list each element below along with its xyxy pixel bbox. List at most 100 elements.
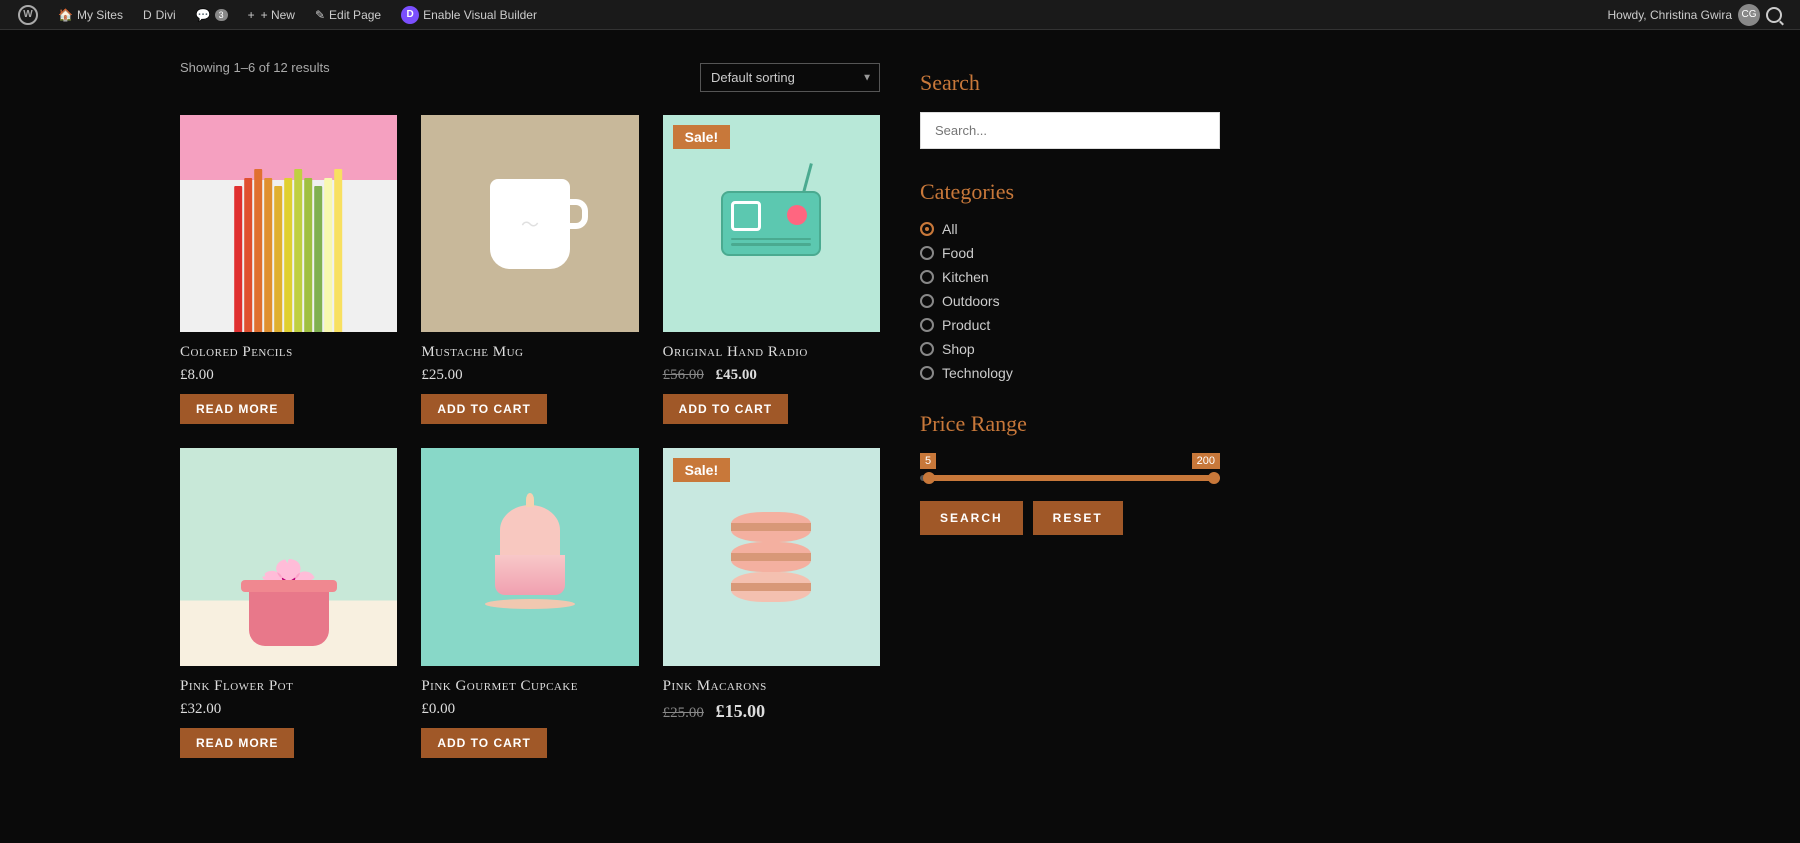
- search-icon[interactable]: [1766, 7, 1782, 23]
- admin-bar-right: Howdy, Christina Gwira CG: [1608, 4, 1792, 26]
- category-radio-all[interactable]: [920, 222, 934, 236]
- product-card-flower-pot[interactable]: 🌸 Pink Flower Pot £32.00 READ MORE: [180, 448, 397, 757]
- avatar: CG: [1738, 4, 1760, 26]
- new-menu[interactable]: + + New: [238, 0, 305, 30]
- admin-bar: W 🏠 My Sites D Divi 💬 3 + + New ✎ Edit P…: [0, 0, 1800, 30]
- divi-menu[interactable]: D Divi: [133, 0, 186, 30]
- edit-page-menu[interactable]: ✎ Edit Page: [305, 0, 391, 30]
- divi-icon-text: D: [143, 8, 152, 22]
- category-radio-product[interactable]: [920, 318, 934, 332]
- radio-body: [721, 191, 821, 256]
- price-slider-fill: [926, 475, 1220, 481]
- product-price: £25.00: [421, 367, 638, 384]
- product-image-mustache-mug: 〜: [421, 115, 638, 332]
- sidebar: Search Categories All Food Kitchen Outdo…: [920, 60, 1220, 758]
- main-container: Showing 1–6 of 12 results Default sortin…: [0, 30, 1800, 788]
- divi-visual-icon: D: [401, 6, 419, 24]
- category-radio-food[interactable]: [920, 246, 934, 260]
- price-search-button[interactable]: Search: [920, 501, 1023, 535]
- product-title: Pink Gourmet Cupcake: [421, 678, 638, 695]
- category-shop[interactable]: Shop: [920, 341, 1220, 357]
- category-technology[interactable]: Technology: [920, 365, 1220, 381]
- wp-icon: W: [18, 5, 38, 25]
- product-card-macarons[interactable]: Sale!: [663, 448, 880, 757]
- category-kitchen[interactable]: Kitchen: [920, 269, 1220, 285]
- product-price: £25.00 £15.00: [663, 701, 880, 722]
- user-greeting: Howdy, Christina Gwira: [1608, 8, 1732, 22]
- category-outdoors[interactable]: Outdoors: [920, 293, 1220, 309]
- original-price: £25.00: [663, 705, 704, 721]
- wp-logo[interactable]: W: [8, 0, 48, 30]
- pencil-icon: ✎: [315, 8, 325, 22]
- category-label-shop: Shop: [942, 341, 975, 357]
- macaron-stack: [731, 512, 811, 602]
- sites-icon: 🏠: [58, 8, 73, 22]
- slider-thumb-max[interactable]: [1208, 472, 1220, 484]
- search-widget-title: Search: [920, 70, 1220, 96]
- enable-visual-builder-menu[interactable]: D Enable Visual Builder: [391, 0, 547, 30]
- price-range-widget: Price Range 5 200 Search Reset: [920, 411, 1220, 535]
- comments-icon: 💬: [196, 8, 211, 22]
- products-section: Showing 1–6 of 12 results Default sortin…: [180, 60, 880, 758]
- category-label-food: Food: [942, 245, 974, 261]
- mug-shape: 〜: [490, 179, 570, 269]
- price-buttons: Search Reset: [920, 501, 1220, 535]
- sort-wrapper[interactable]: Default sorting Sort by popularity Sort …: [700, 63, 880, 92]
- product-price: £8.00: [180, 367, 397, 384]
- sale-badge-radio: Sale!: [673, 125, 730, 149]
- category-label-all: All: [942, 221, 958, 237]
- results-count: Showing 1–6 of 12 results: [180, 60, 330, 75]
- price-reset-button[interactable]: Reset: [1033, 501, 1123, 535]
- product-price: £0.00: [421, 701, 638, 718]
- category-radio-kitchen[interactable]: [920, 270, 934, 284]
- product-image-radio: Sale!: [663, 115, 880, 332]
- search-widget: Search: [920, 70, 1220, 149]
- product-card-cupcake[interactable]: Pink Gourmet Cupcake £0.00 ADD TO CART: [421, 448, 638, 757]
- categories-title: Categories: [920, 179, 1220, 205]
- category-label-kitchen: Kitchen: [942, 269, 989, 285]
- sale-price: £15.00: [716, 701, 766, 721]
- product-image-flower-pot: 🌸: [180, 448, 397, 665]
- category-label-product: Product: [942, 317, 990, 333]
- product-title: Original Hand Radio: [663, 344, 880, 361]
- product-title: Colored Pencils: [180, 344, 397, 361]
- product-title: Pink Flower Pot: [180, 678, 397, 695]
- category-product[interactable]: Product: [920, 317, 1220, 333]
- read-more-button-flowerpot[interactable]: READ MORE: [180, 728, 294, 758]
- price-max-label: 200: [1192, 453, 1220, 469]
- price-min-label: 5: [920, 453, 936, 469]
- categories-widget: Categories All Food Kitchen Outdoors Pro…: [920, 179, 1220, 381]
- cupcake-wrapper: [485, 505, 575, 609]
- products-grid: Colored Pencils £8.00 READ MORE 〜 Mustac…: [180, 115, 880, 758]
- search-input[interactable]: [920, 112, 1220, 149]
- sale-badge-macarons: Sale!: [673, 458, 730, 482]
- product-image-cupcake: [421, 448, 638, 665]
- product-price: £32.00: [180, 701, 397, 718]
- add-to-cart-button-radio[interactable]: ADD TO CART: [663, 394, 788, 424]
- product-card-radio[interactable]: Sale! Original Hand Radio £56.00: [663, 115, 880, 424]
- my-sites-menu[interactable]: 🏠 My Sites: [48, 0, 133, 30]
- category-all[interactable]: All: [920, 221, 1220, 237]
- comments-menu[interactable]: 💬 3: [186, 0, 238, 30]
- original-price: £56.00: [663, 367, 704, 383]
- plus-icon: +: [248, 8, 255, 22]
- sale-price: £45.00: [716, 367, 757, 383]
- product-card-colored-pencils[interactable]: Colored Pencils £8.00 READ MORE: [180, 115, 397, 424]
- price-slider-track[interactable]: [920, 475, 1220, 481]
- slider-thumb-min[interactable]: [923, 472, 935, 484]
- price-range-labels: 5 200: [920, 453, 1220, 469]
- price-range-title: Price Range: [920, 411, 1220, 437]
- product-image-colored-pencils: [180, 115, 397, 332]
- category-label-outdoors: Outdoors: [942, 293, 1000, 309]
- read-more-button-pencils[interactable]: READ MORE: [180, 394, 294, 424]
- category-radio-shop[interactable]: [920, 342, 934, 356]
- category-food[interactable]: Food: [920, 245, 1220, 261]
- sort-select[interactable]: Default sorting Sort by popularity Sort …: [700, 63, 880, 92]
- category-radio-technology[interactable]: [920, 366, 934, 380]
- product-card-mustache-mug[interactable]: 〜 Mustache Mug £25.00 ADD TO CART: [421, 115, 638, 424]
- product-title: Pink Macarons: [663, 678, 880, 695]
- product-title: Mustache Mug: [421, 344, 638, 361]
- add-to-cart-button-cupcake[interactable]: ADD TO CART: [421, 728, 546, 758]
- add-to-cart-button-mug[interactable]: ADD TO CART: [421, 394, 546, 424]
- category-radio-outdoors[interactable]: [920, 294, 934, 308]
